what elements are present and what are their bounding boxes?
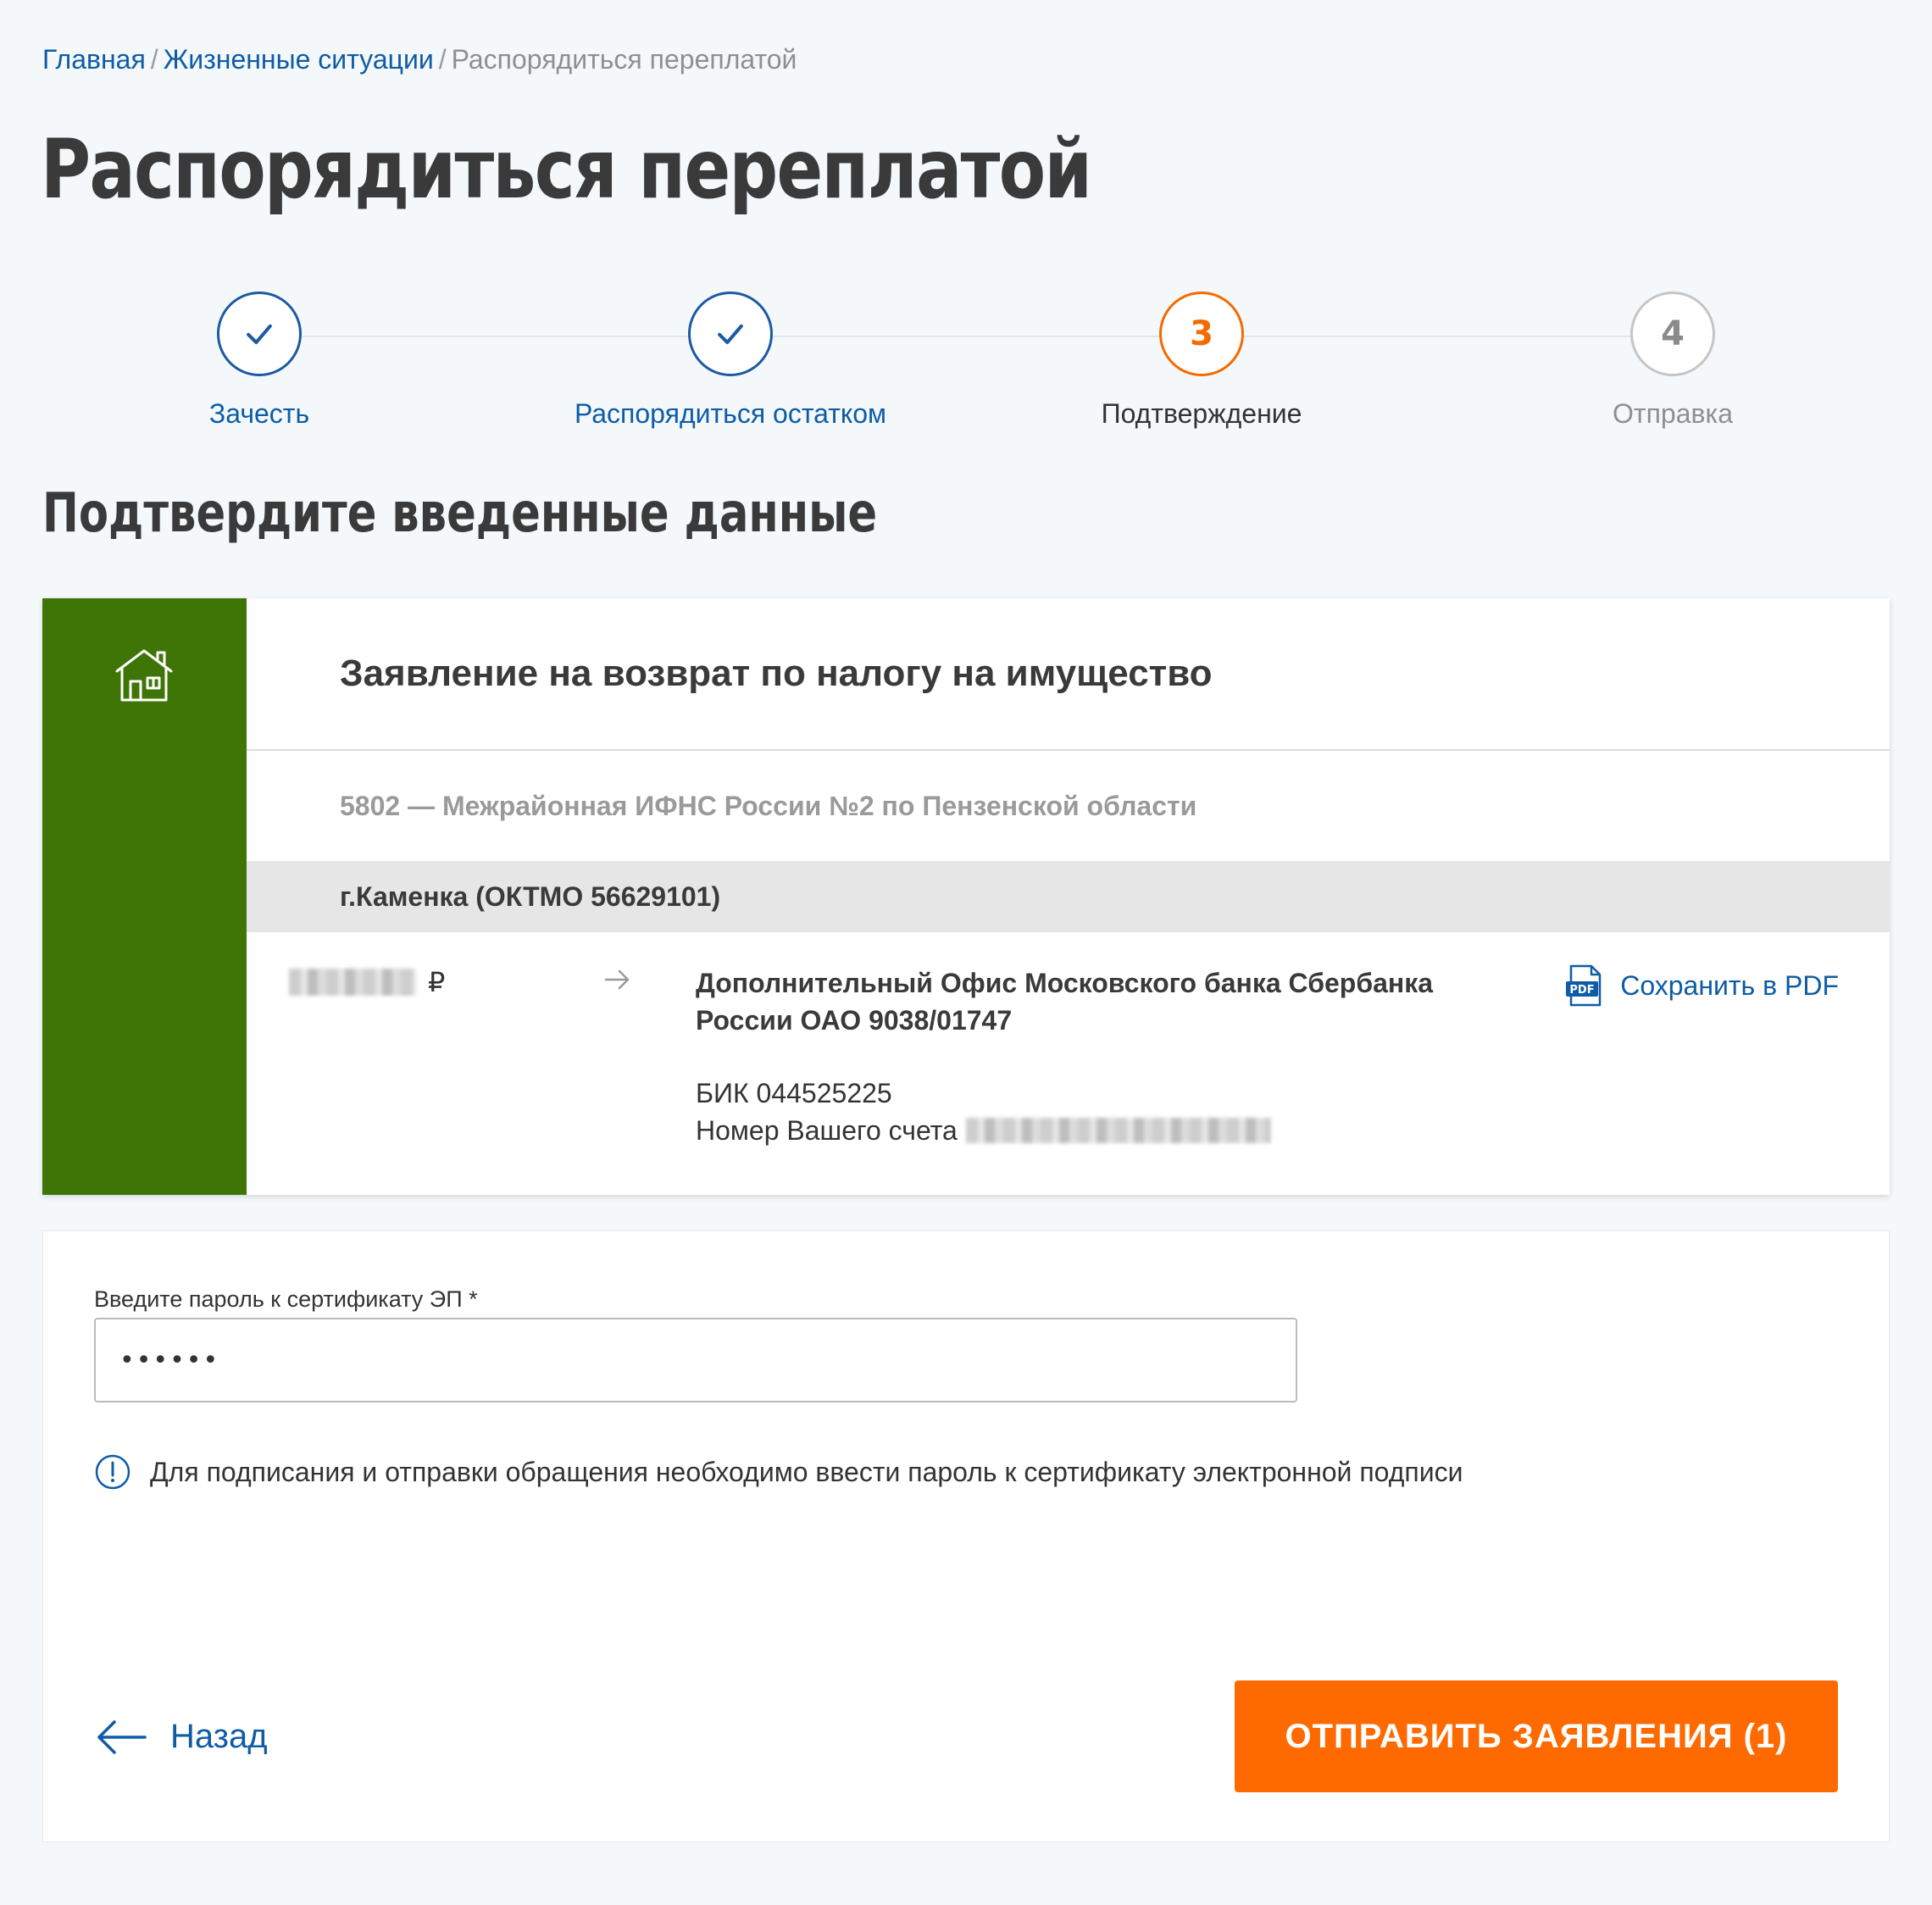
step-sending: 4 Отправка [1461,292,1885,432]
save-pdf-link[interactable]: PDF Сохранить в PDF [1566,964,1839,1007]
step-circle-1[interactable] [217,292,302,376]
card-header: Заявление на возврат по налогу на имущес… [247,598,1890,751]
pdf-icon: PDF [1566,964,1602,1007]
step-label-offset[interactable]: Зачесть [47,395,471,432]
house-icon [115,649,173,702]
transfer-row: ₽ Дополнительный Офис Московского банка … [247,932,1890,1191]
check-icon [718,324,743,345]
step-remainder[interactable]: Распорядиться остатком [519,292,942,432]
bank-bik: БИК 044525225 [696,1078,892,1108]
breadcrumb-home-link[interactable]: Главная [42,44,146,75]
tax-office: 5802 — Межрайонная ИФНС России №2 по Пен… [340,790,1197,821]
step-label-remainder[interactable]: Распорядиться остатком [519,395,942,432]
password-input[interactable] [94,1318,1297,1402]
breadcrumb-situations-link[interactable]: Жизненные ситуации [164,44,434,75]
bank-account: Номер Вашего счета [696,1112,1441,1149]
breadcrumb: Главная / Жизненные ситуации / Распорядиться… [42,41,797,78]
card-body: Заявление на возврат по налогу на имущес… [247,598,1890,1195]
oktmo-row: г.Каменка (ОКТМО 56629101) [247,861,1890,932]
bank-info: Дополнительный Офис Московского банка Сб… [696,964,1441,1149]
refund-amount: ₽ [289,966,445,998]
password-label: Введите пароль к сертификату ЭП * [94,1286,478,1312]
step-label-sending: Отправка [1613,398,1733,429]
password-hint: Для подписания и отправки обращения необ… [94,1453,1463,1491]
step-offset[interactable]: Зачесть [47,292,471,432]
breadcrumb-separator: / [150,44,158,75]
account-label: Номер Вашего счета [696,1115,958,1146]
signature-form: Введите пароль к сертификату ЭП * Для по… [42,1230,1890,1842]
application-card: Заявление на возврат по налогу на имущес… [42,598,1890,1195]
back-button[interactable]: Назад [94,1718,268,1756]
breadcrumb-separator: / [438,44,447,75]
bank-name: Дополнительный Офис Московского банка Сб… [696,968,1434,1036]
hint-text: Для подписания и отправки обращения необ… [150,1456,1463,1487]
breadcrumb-current: Распорядиться переплатой [451,44,797,75]
step-label-confirmation: Подтверждение [1101,398,1302,429]
arrow-left-icon [97,1719,147,1754]
exclamation-icon [95,1454,130,1490]
application-title: Заявление на возврат по налогу на имущес… [340,653,1213,694]
back-label[interactable]: Назад [170,1718,268,1756]
check-icon [247,324,272,345]
save-pdf-label[interactable]: Сохранить в PDF [1620,970,1839,1002]
stepper: Зачесть Распорядиться остатком 3 Подтвер… [0,292,1932,444]
section-title: Подтвердите введенные данные [42,482,878,545]
arrow-right-icon [604,969,630,990]
step-circle-4: 4 [1630,292,1715,376]
blurred-account-number [965,1118,1271,1143]
currency-sign: ₽ [428,967,446,997]
blurred-amount [289,969,416,996]
svg-text:PDF: PDF [1570,984,1595,997]
step-circle-3: 3 [1159,292,1244,376]
step-circle-2[interactable] [688,292,773,376]
submit-applications-button[interactable]: ОТПРАВИТЬ ЗАЯВЛЕНИЯ (1) [1235,1680,1838,1792]
card-stripe [42,598,247,1195]
step-confirmation: 3 Подтверждение [990,292,1413,432]
page-title: Распорядиться переплатой [41,122,1092,217]
